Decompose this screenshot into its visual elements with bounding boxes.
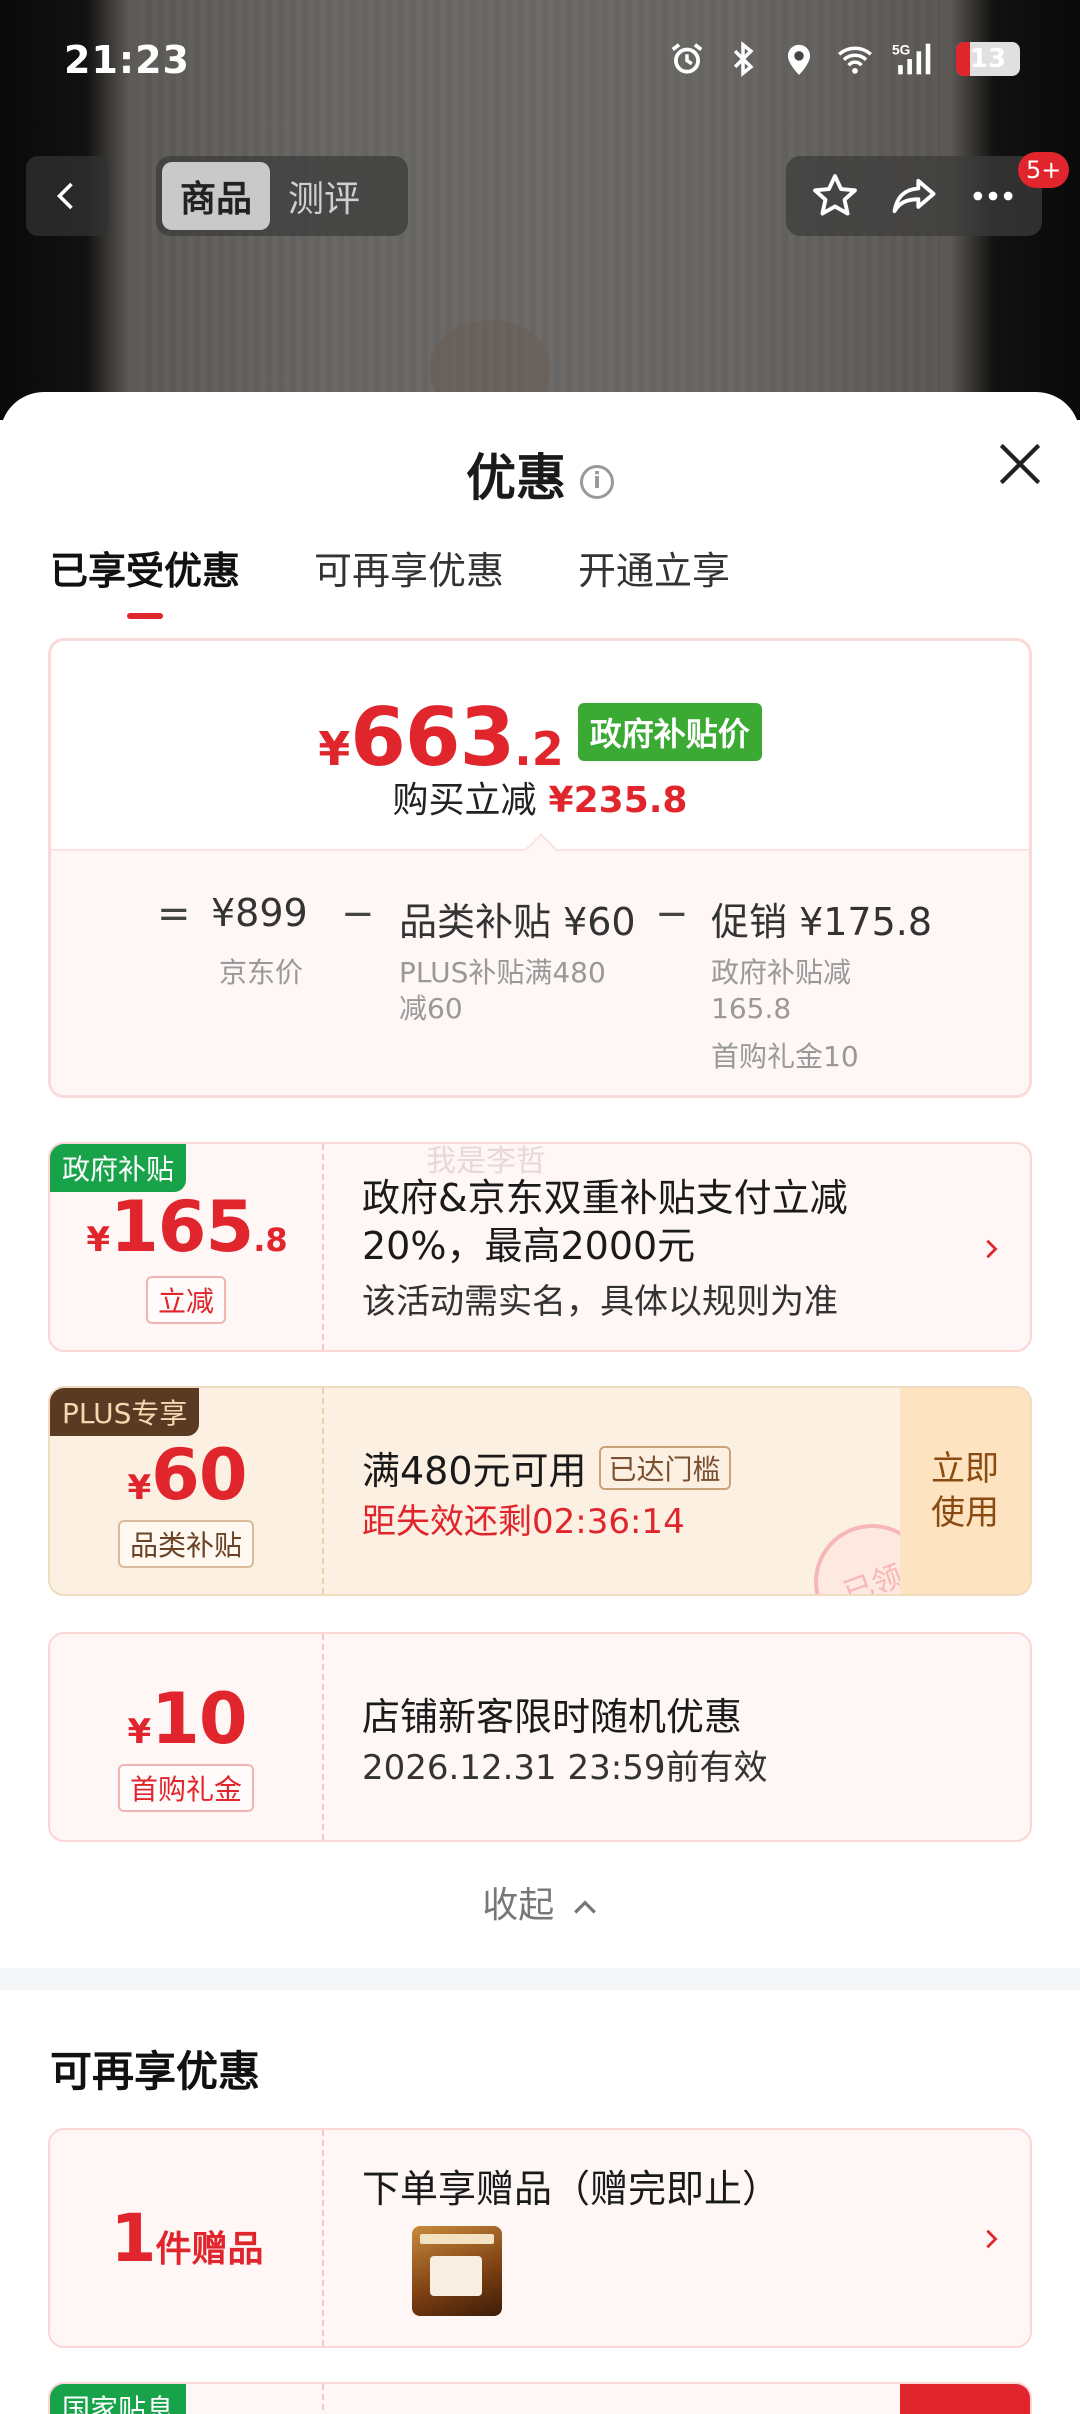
coupon-title-row: 满480元可用 已达门槛	[362, 1440, 731, 1495]
coupon-title: 店铺新客限时随机优惠	[362, 1695, 743, 1739]
jd-price-label: 京东价	[219, 956, 304, 989]
coupon-gov-subsidy[interactable]: 政府补贴 ¥165.8 立减 我是李哲 政府&京东双重补贴支付立减20%，最高2…	[48, 1142, 1032, 1352]
info-icon[interactable]: i	[580, 464, 614, 499]
expiry-countdown: 距失效还剩02:36:14	[362, 1502, 685, 1542]
bluetooth-icon	[733, 41, 754, 77]
svg-text:5G: 5G	[892, 42, 910, 57]
coupon-amount: ¥165.8	[86, 1186, 288, 1268]
star-icon[interactable]	[809, 170, 861, 222]
tab-more-discounts[interactable]: 可再享优惠	[314, 540, 504, 595]
equals-sign: =	[157, 891, 191, 937]
category-subsidy-pill: 品类补贴	[117, 1520, 255, 1568]
gov-subsidy-price-tag: 政府补贴价	[577, 702, 762, 761]
gift-title: 下单享赠品（赠完即止）	[362, 2167, 781, 2211]
promotion-value: 促销 ¥175.8	[711, 900, 933, 944]
message-badge: 5+	[1018, 152, 1070, 188]
5g-signal-icon: 5G	[892, 42, 931, 75]
gov-subsidy-tag: 政府补贴	[50, 1144, 187, 1192]
chevron-left-icon	[56, 182, 73, 210]
gift-offer-card[interactable]: 1件赠品 下单享赠品（赠完即止）	[48, 2128, 1032, 2348]
jd-price-value: ¥899	[211, 891, 308, 935]
minus-sign: −	[655, 891, 689, 937]
gift-product-thumbnail	[412, 2226, 502, 2316]
coupon-title: 满480元可用	[362, 1449, 587, 1493]
alarm-icon	[671, 43, 703, 74]
price-breakdown: = ¥899 京东价 − 品类补贴 ¥60 PLUS补贴满480减60 − 促销…	[51, 833, 1029, 1095]
category-subsidy-value: 品类补贴 ¥60	[399, 900, 636, 944]
battery-indicator: 13	[956, 42, 1020, 76]
gift-count: 1件赠品	[110, 2200, 264, 2277]
coupon-subtitle: 该活动需实名，具体以规则为准	[362, 1282, 838, 1322]
tab-activate-discounts[interactable]: 开通立享	[578, 540, 730, 595]
category-subsidy-label: PLUS补贴满480减60	[399, 956, 606, 1025]
promotion-label-gov: 政府补贴减165.8	[711, 956, 852, 1025]
chevron-right-icon[interactable]	[980, 1238, 1002, 1260]
threshold-reached-badge: 已达门槛	[598, 1445, 731, 1490]
coupon-first-purchase[interactable]: ¥10 首购礼金 店铺新客限时随机优惠 2026.12.31 23:59前有效	[48, 1632, 1032, 1842]
instant-reduction: 购买立减 ¥235.8	[392, 780, 688, 821]
tab-product[interactable]: 商品	[162, 162, 271, 230]
top-actions	[786, 156, 1042, 236]
coupon-amount: ¥10	[127, 1678, 247, 1760]
coupon-amount: ¥60	[127, 1434, 247, 1516]
plus-exclusive-tag: PLUS专享	[50, 1388, 200, 1436]
more-icon[interactable]	[967, 170, 1019, 222]
minus-sign: −	[341, 891, 375, 937]
first-purchase-gift-pill: 首购礼金	[117, 1764, 255, 1812]
tab-enjoyed-discounts[interactable]: 已享受优惠	[50, 540, 240, 595]
location-icon	[787, 44, 811, 75]
use-now-button[interactable]: 立即使用	[900, 1388, 1030, 1594]
interest-subsidy-tag: 国家贴息	[50, 2384, 187, 2414]
wifi-icon	[838, 46, 872, 74]
top-tabs: 商品 测评	[156, 156, 408, 236]
close-icon[interactable]	[992, 436, 1048, 492]
chevron-right-icon[interactable]	[980, 2228, 1002, 2250]
discount-sheet: 优惠 i 已享受优惠 可再享优惠 开通立享 ¥ 663 .2 政府补贴价 购买立减…	[0, 392, 1080, 2414]
tab-review[interactable]: 测评	[270, 162, 378, 230]
coupon-validity: 2026.12.31 23:59前有效	[362, 1748, 768, 1788]
instant-reduce-pill: 立减	[145, 1276, 227, 1324]
share-icon[interactable]	[888, 170, 940, 222]
sheet-title: 优惠	[466, 449, 566, 507]
promotion-label-gift: 首购礼金10	[711, 1040, 859, 1073]
price-summary-card: ¥ 663 .2 政府补贴价 购买立减 ¥235.8 = ¥899 京东价 − 品…	[48, 638, 1032, 1098]
collapse-button[interactable]: 收起	[0, 1876, 1080, 1928]
sheet-tabs: 已享受优惠 可再享优惠 开通立享	[50, 540, 730, 595]
chevron-up-icon	[573, 1900, 596, 1914]
coupon-title: 政府&京东双重补贴支付立减20%，最高2000元	[362, 1176, 848, 1268]
section-divider	[0, 1968, 1080, 1990]
status-bar: 21:23 5G 13	[0, 0, 1080, 126]
sheet-title-row: 优惠 i	[0, 438, 1080, 510]
back-button[interactable]	[26, 156, 108, 236]
status-time: 21:23	[64, 38, 190, 82]
more-discounts-title: 可再享优惠	[50, 2047, 261, 2096]
action-block[interactable]	[900, 2384, 1030, 2414]
interest-subsidy-card[interactable]: 国家贴息	[48, 2382, 1032, 2414]
coupon-plus-category[interactable]: PLUS专享 ¥60 品类补贴 满480元可用 已达门槛 距失效还剩02:36:…	[48, 1386, 1032, 1596]
